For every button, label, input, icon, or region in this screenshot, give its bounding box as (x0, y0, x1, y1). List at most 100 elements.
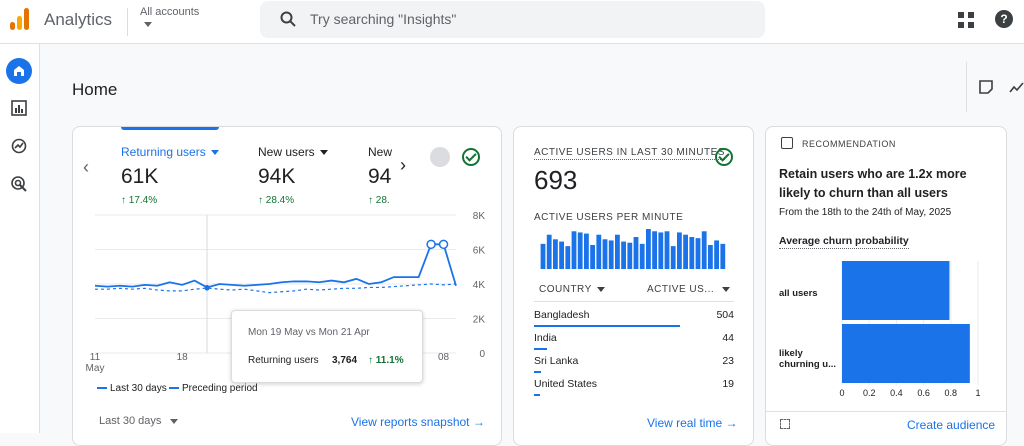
churn-bar-chart[interactable]: 0 0.2 0.4 0.6 0.8 1 (836, 257, 1007, 402)
table-row[interactable]: Sri Lanka 23 (534, 355, 734, 373)
y-tick-label: 6K (473, 246, 486, 257)
minute-bar (701, 231, 707, 269)
category-label-likely-churning: likely churning u... (779, 348, 836, 370)
chevron-down-icon[interactable] (144, 22, 152, 27)
legend-label: Preceding period (182, 383, 258, 394)
view-real-time-link[interactable]: View real time → (647, 416, 737, 430)
minute-bar (670, 246, 676, 269)
minute-bar (633, 237, 639, 269)
explore-icon[interactable] (11, 138, 27, 154)
legend-current: Last 30 days (97, 383, 167, 394)
notes-icon[interactable] (979, 80, 993, 94)
search-bar[interactable]: Try searching "Insights" (260, 1, 765, 38)
data-point (426, 239, 436, 250)
help-icon[interactable]: ? (995, 10, 1013, 28)
minute-bar (683, 234, 688, 269)
x-tick-label: 11 May (86, 352, 105, 374)
check-circle-icon (462, 148, 480, 166)
minute-bar (571, 231, 577, 269)
chevron-right-icon[interactable]: › (400, 155, 406, 176)
minute-bar (559, 241, 564, 269)
minute-bar (646, 229, 651, 269)
overview-card: ‹ Returning users 61K ↑ 17.4% New users … (72, 126, 502, 446)
churn-chart-title: Average churn probability (779, 235, 909, 249)
country-name: Bangladesh (534, 309, 590, 321)
view-reports-snapshot-link[interactable]: View reports snapshot → (351, 415, 485, 429)
create-audience-link[interactable]: Create audience (907, 418, 995, 432)
per-minute-bar-chart[interactable] (540, 227, 726, 269)
x-tick-label: 0.6 (917, 388, 930, 398)
x-tick-label: 0 (839, 388, 844, 398)
insights-icon[interactable] (430, 147, 450, 167)
metric-tab-new[interactable]: New 94 ↑ 28. (368, 145, 398, 206)
insights-sparkle-icon[interactable] (1009, 80, 1024, 94)
account-selector[interactable]: All accounts (140, 6, 199, 18)
col-active-users[interactable]: ACTIVE US... (647, 284, 731, 295)
home-icon (14, 66, 24, 76)
chart-tooltip: Mon 19 May vs Mon 21 Apr Returning users… (231, 310, 423, 383)
table-divider (534, 301, 734, 302)
minute-bar (720, 243, 726, 269)
table-row[interactable]: India 44 (534, 332, 734, 350)
date-range-selector[interactable]: Last 30 days (99, 415, 179, 427)
link-label: View reports snapshot (351, 415, 470, 429)
minute-bar (714, 240, 719, 269)
minute-bar (608, 240, 614, 269)
active-tab-indicator (121, 127, 219, 130)
chevron-down-icon (596, 286, 605, 292)
x-tick-label: 08 (438, 352, 450, 363)
minute-bar (584, 233, 589, 269)
col-country[interactable]: COUNTRY (539, 284, 605, 295)
search-input[interactable]: Try searching "Insights" (310, 11, 456, 27)
minute-bar (708, 245, 713, 269)
data-point (438, 239, 449, 250)
x-tick-label: 0.8 (945, 388, 958, 398)
metric-tab-returning-users[interactable]: Returning users 61K ↑ 17.4% (121, 145, 219, 206)
table-row[interactable]: United States 19 (534, 378, 734, 396)
per-minute-label: ACTIVE USERS PER MINUTE (534, 212, 684, 223)
expand-icon[interactable] (780, 419, 790, 429)
date-range-label: Last 30 days (99, 415, 162, 427)
y-tick-label: 4K (473, 280, 486, 291)
minute-bar (577, 232, 583, 269)
reports-icon[interactable] (11, 100, 27, 116)
minute-bar (658, 232, 664, 269)
data-point (204, 285, 210, 291)
minute-bar (615, 234, 620, 269)
y-tick-label: 2K (473, 315, 486, 326)
churn-bar (842, 261, 950, 320)
metric-value: 61K (121, 165, 159, 188)
legend-label: Last 30 days (110, 383, 167, 394)
country-name: United States (534, 378, 598, 390)
minute-bar (677, 232, 682, 269)
header-divider (127, 8, 128, 36)
metric-value: 94K (258, 165, 296, 188)
country-name: Sri Lanka (534, 355, 579, 367)
share-bar (534, 348, 547, 350)
analytics-logo-icon[interactable] (10, 8, 32, 30)
realtime-card: ACTIVE USERS IN LAST 30 MINUTES 693 ACTI… (513, 126, 754, 446)
column-header: COUNTRY (539, 284, 592, 295)
metric-label: New users (258, 145, 315, 159)
minute-bar (695, 238, 701, 269)
chevron-left-icon[interactable]: ‹ (83, 157, 89, 178)
page-title: Home (72, 80, 118, 99)
metric-tab-new-users[interactable]: New users 94K ↑ 28.4% (258, 145, 328, 206)
table-row[interactable]: Bangladesh 504 (534, 309, 734, 327)
right-toolbar (966, 62, 1024, 112)
metric-label: New (368, 145, 393, 159)
apps-grid-icon[interactable] (958, 12, 974, 28)
advertising-icon[interactable] (11, 176, 27, 192)
metric-label: Returning users (121, 145, 206, 159)
minute-bar (627, 242, 633, 269)
recommendation-icon (781, 137, 793, 149)
tooltip-label: Returning users (248, 355, 319, 366)
minute-bar (621, 241, 626, 269)
home-nav-button[interactable] (6, 58, 32, 84)
chevron-down-icon (722, 286, 731, 292)
category-label-all-users: all users (779, 288, 818, 299)
realtime-title: ACTIVE USERS IN LAST 30 MINUTES (534, 147, 725, 160)
minute-bar (565, 246, 571, 269)
share-bar (534, 325, 680, 327)
realtime-value: 693 (534, 165, 578, 195)
